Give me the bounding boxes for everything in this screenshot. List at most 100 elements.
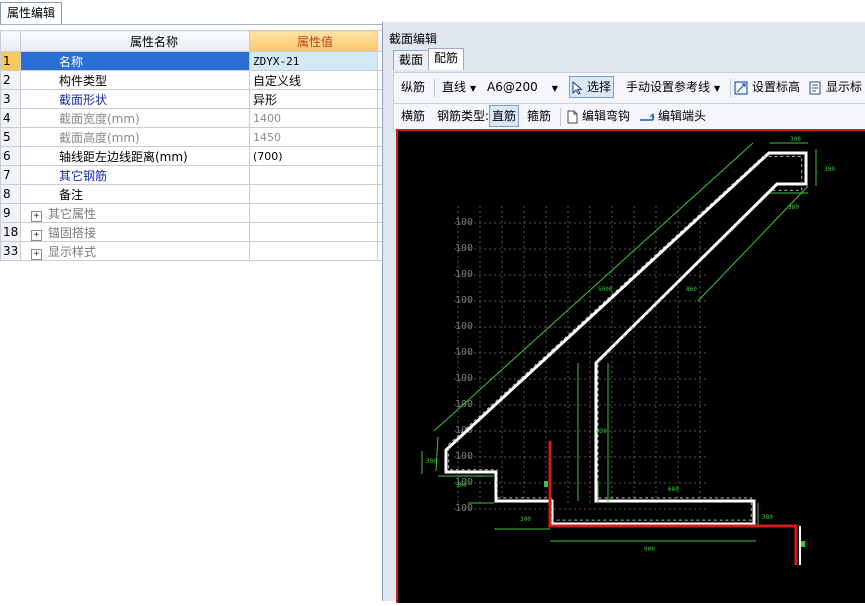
dimension-label: 380 [788, 204, 799, 211]
expand-icon[interactable]: + [31, 210, 42, 222]
section-outline[interactable] [444, 151, 808, 526]
tab-reinforcement[interactable]: 配筋 [428, 48, 465, 70]
group-label: 锚固搭接 [48, 225, 97, 240]
table-row[interactable]: 1 名称 ZDYX-21 [0, 51, 409, 71]
select-button[interactable]: 选择 [569, 73, 615, 101]
property-group[interactable]: + 其它属性 [20, 203, 250, 223]
table-row[interactable]: 9 + 其它属性 [0, 203, 409, 223]
table-row[interactable]: 33 + 显示样式 [0, 241, 409, 261]
row-number: 1 [0, 51, 21, 71]
property-value [249, 222, 378, 242]
section-editor-window: 截面编辑 截面 配筋 纵筋 直线 ▼ A6@200 ▼ 选择 手动设置参考线 ▼ 设置标… [382, 22, 865, 603]
window-title: 截面编辑 [389, 32, 438, 46]
display-icon [809, 81, 821, 94]
grid-label: 100 [455, 347, 473, 358]
name-column-header[interactable]: 属性名称 [20, 30, 250, 52]
chevron-down-icon: ▼ [470, 84, 477, 93]
dimension-label: 5000 [598, 286, 613, 293]
toolbar-separator [434, 79, 435, 97]
toolbar-separator [560, 108, 561, 126]
edit-end-label: 编辑端头 [658, 109, 707, 123]
section-drawing-canvas[interactable]: 100 100 100 100 100 100 100 100 100 100 100 100 300 3… [396, 129, 865, 603]
ref-line-label: 手动设置参考线 [626, 80, 711, 94]
edit-hook-button[interactable]: 编辑弯钩 [566, 104, 630, 128]
table-row[interactable]: 4 截面宽度(mm) 1400 [0, 108, 409, 128]
property-name[interactable]: 截面形状 [20, 89, 250, 109]
chevron-down-icon: ▼ [714, 84, 721, 93]
grid-label: 100 [455, 373, 473, 384]
table-row[interactable]: 7 其它钢筋 [0, 165, 409, 185]
property-name[interactable]: 构件类型 [20, 70, 250, 90]
table-row[interactable]: 2 构件类型 自定义线 [0, 70, 409, 90]
table-row[interactable]: 6 轴线距左边线距离(mm) (700) [0, 146, 409, 166]
dimension-label: 300 [520, 516, 531, 523]
property-value[interactable]: 自定义线 [249, 70, 378, 90]
expand-icon[interactable]: + [31, 229, 42, 241]
property-group[interactable]: + 显示样式 [20, 241, 250, 261]
highlighted-rebar[interactable] [548, 441, 798, 565]
table-row[interactable]: 3 截面形状 异形 [0, 89, 409, 109]
line-mode-dropdown[interactable]: 直线 ▼ [442, 73, 476, 103]
property-name[interactable]: 其它钢筋 [20, 165, 250, 185]
stirrup-button[interactable]: 箍筋 [527, 104, 551, 128]
rebar-spec-dropdown[interactable]: A6@200 ▼ [487, 73, 558, 103]
property-value[interactable]: 1400 [249, 108, 378, 128]
grid-label: 100 [455, 217, 473, 228]
property-name[interactable]: 名称 [20, 51, 250, 71]
property-name[interactable]: 轴线距左边线距离(mm) [20, 146, 250, 166]
line-mode-value: 直线 [442, 80, 467, 94]
grid-label: 100 [455, 503, 473, 514]
property-value [249, 241, 378, 261]
toolbar-separator [730, 79, 731, 97]
grid-label: 100 [455, 295, 473, 306]
property-group[interactable]: + 锚固搭接 [20, 222, 250, 242]
row-number: 8 [0, 184, 21, 204]
edit-end-button[interactable]: 编辑端头 [639, 104, 706, 128]
tab-property-edit[interactable]: 属性编辑 [0, 2, 63, 24]
grid-label: 100 [455, 451, 473, 462]
straight-rebar-button[interactable]: 直筋 [489, 104, 520, 128]
property-value-input[interactable]: ZDYX-21 [249, 51, 378, 71]
section-drawing[interactable]: 1001001001001001001001001001001001003003… [398, 131, 865, 603]
longitudinal-rebar-button[interactable]: 纵筋 [401, 73, 425, 101]
elevation-icon [734, 80, 748, 95]
table-row[interactable]: 8 备注 [0, 184, 409, 204]
grid-label: 100 [455, 321, 473, 332]
table-row[interactable]: 5 截面高度(mm) 1450 [0, 127, 409, 147]
property-value[interactable]: 1450 [249, 127, 378, 147]
value-column-header[interactable]: 属性值 [249, 30, 378, 52]
grip-marker[interactable] [544, 481, 548, 487]
property-value[interactable]: 异形 [249, 89, 378, 109]
row-number: 3 [0, 89, 21, 109]
show-labels-button[interactable]: 显示标 [809, 73, 862, 101]
dimension-label: 300 [456, 482, 467, 489]
toolbar-rebar: 横筋 钢筋类型: 直筋 箍筋 编辑弯钩 编辑端头 [393, 103, 865, 131]
manual-reference-line-dropdown[interactable]: 手动设置参考线 ▼ [626, 73, 720, 103]
dimension-label: 830 [596, 428, 607, 435]
edit-hook-label: 编辑弯钩 [582, 109, 631, 123]
property-value[interactable] [249, 165, 378, 185]
group-label: 显示样式 [48, 244, 97, 259]
property-value[interactable] [249, 184, 378, 204]
row-number: 9 [0, 203, 21, 223]
document-edit-icon [567, 110, 578, 123]
row-number: 5 [0, 127, 21, 147]
rebar-spec-value: A6@200 [487, 80, 538, 94]
rebar-type-label: 钢筋类型: [437, 109, 490, 123]
expand-icon[interactable]: + [31, 248, 42, 260]
property-name[interactable]: 备注 [20, 184, 250, 204]
dimension-label: 300 [790, 136, 801, 143]
row-number: 7 [0, 165, 21, 185]
property-value[interactable]: (700) [249, 146, 378, 166]
set-elevation-button[interactable]: 设置标高 [734, 73, 800, 101]
dimension-label: 380 [762, 514, 773, 521]
cross-rebar-button[interactable]: 横筋 [401, 104, 425, 128]
grip-marker[interactable] [801, 541, 805, 547]
property-name[interactable]: 截面宽度(mm) [20, 108, 250, 128]
row-number: 2 [0, 70, 21, 90]
row-number: 33 [0, 241, 21, 261]
property-name[interactable]: 截面高度(mm) [20, 127, 250, 147]
chevron-down-icon: ▼ [551, 84, 558, 93]
tab-section[interactable]: 截面 [393, 50, 430, 70]
table-row[interactable]: 18 + 锚固搭接 [0, 222, 409, 242]
